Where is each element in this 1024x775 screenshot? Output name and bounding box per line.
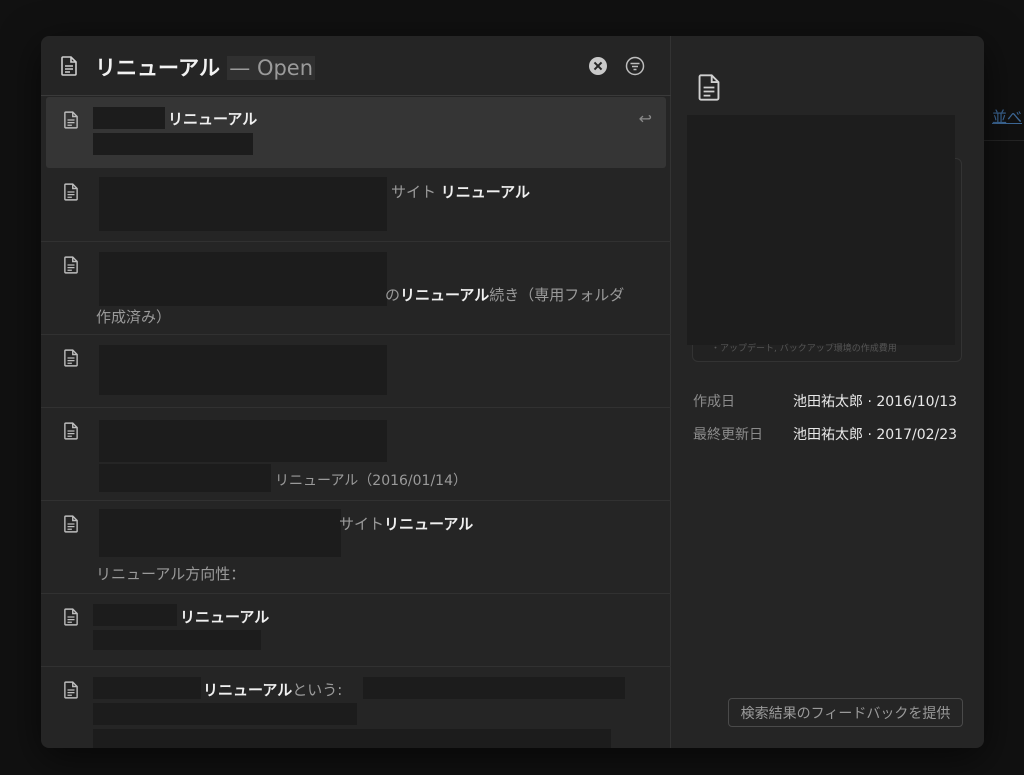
result-snippet: のリニューアル続き（専用フォルダ [385,286,625,304]
result-title: サイトリニューアル [339,515,474,533]
result-snippet: リニューアル（2016/01/14） [275,473,467,489]
result-item[interactable]: リニューアル（2016/01/14） [41,408,671,501]
result-title: リニューアル [168,110,258,128]
result-item[interactable]: サイトリニューアル リニューアル方向性： [41,501,671,594]
redacted-text [363,677,625,699]
result-item[interactable]: リニューアル ↩ [46,97,666,168]
updated-value: 池田祐太郎 · 2017/02/23 [793,427,958,443]
document-icon [61,56,77,76]
updated-row: 最終更新日 池田祐太郎 · 2017/02/23 [693,424,957,444]
result-snippet: 作成済み） [96,308,172,326]
redacted-text [99,464,271,492]
redacted-text [99,509,341,557]
result-item[interactable]: リニューアルという: [41,667,671,748]
created-value: 池田祐太郎 · 2016/10/13 [793,394,958,410]
search-input[interactable]: リニューアル — Open [95,52,316,82]
search-query-text: リニューアル [95,56,220,80]
document-icon [64,256,78,274]
document-icon [64,111,78,129]
redacted-text [99,420,387,462]
document-icon [698,74,720,101]
result-title: サイト リニューアル [391,183,531,201]
feedback-button[interactable]: 検索結果のフィードバックを提供 [728,698,963,727]
redacted-text [93,729,611,748]
document-icon [64,681,78,699]
search-query-suffix: — Open [227,56,316,80]
created-label: 作成日 [693,394,735,410]
results-pane: リニューアル — Open リニューアル ↩ サイト リニューアル のリニューア… [41,36,671,748]
document-icon [64,515,78,533]
preview-snippet: ・アップデート, バックアップ環境の作成費用 [711,344,897,354]
updated-label: 最終更新日 [693,427,763,443]
results-list: リニューアル ↩ サイト リニューアル のリニューアル続き（専用フォルダ 作成済… [41,97,671,748]
filter-icon[interactable] [625,56,645,80]
redacted-text [93,133,253,155]
background-sort-link[interactable]: 並べ [992,106,1022,127]
result-item[interactable]: のリニューアル続き（専用フォルダ 作成済み） [41,242,671,335]
result-title: リニューアル [180,608,270,626]
document-icon [64,183,78,201]
clear-icon[interactable] [589,57,607,75]
document-preview[interactable]: ・アップデート, バックアップ環境の作成費用 [687,115,962,362]
search-bar[interactable]: リニューアル — Open [41,36,671,96]
redacted-text [99,345,387,395]
search-modal: リニューアル — Open リニューアル ↩ サイト リニューアル のリニューア… [41,36,984,748]
redacted-text [93,604,177,626]
redacted-text [93,107,165,129]
enter-icon: ↩ [638,109,652,128]
preview-pane: ・アップデート, バックアップ環境の作成費用 作成日 池田祐太郎 · 2016/… [672,36,984,748]
redacted-preview [687,115,955,345]
document-icon [64,349,78,367]
redacted-text [93,703,357,725]
result-title: リニューアルという: [203,681,343,699]
redacted-text [99,177,387,231]
result-item[interactable]: リニューアル [41,594,671,667]
redacted-text [93,677,201,699]
result-item[interactable]: サイト リニューアル [41,169,671,242]
document-icon [64,422,78,440]
document-icon [64,608,78,626]
result-snippet: リニューアル方向性： [96,565,246,583]
redacted-text [99,252,387,306]
result-item[interactable] [41,335,671,408]
redacted-text [93,630,261,650]
background-divider [984,140,1024,141]
created-row: 作成日 池田祐太郎 · 2016/10/13 [693,391,957,411]
